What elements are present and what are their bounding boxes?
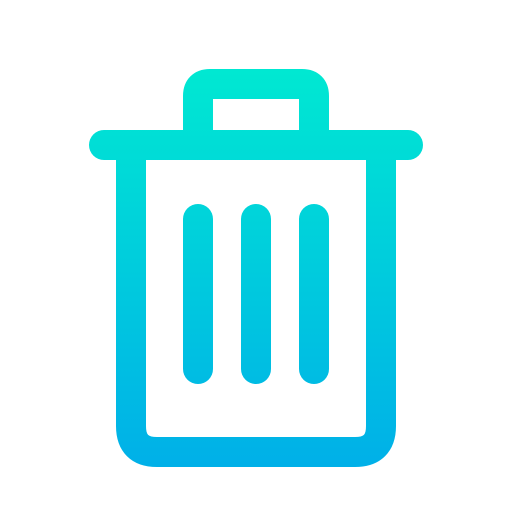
trash-icon	[89, 69, 423, 467]
icon-canvas	[0, 0, 512, 512]
